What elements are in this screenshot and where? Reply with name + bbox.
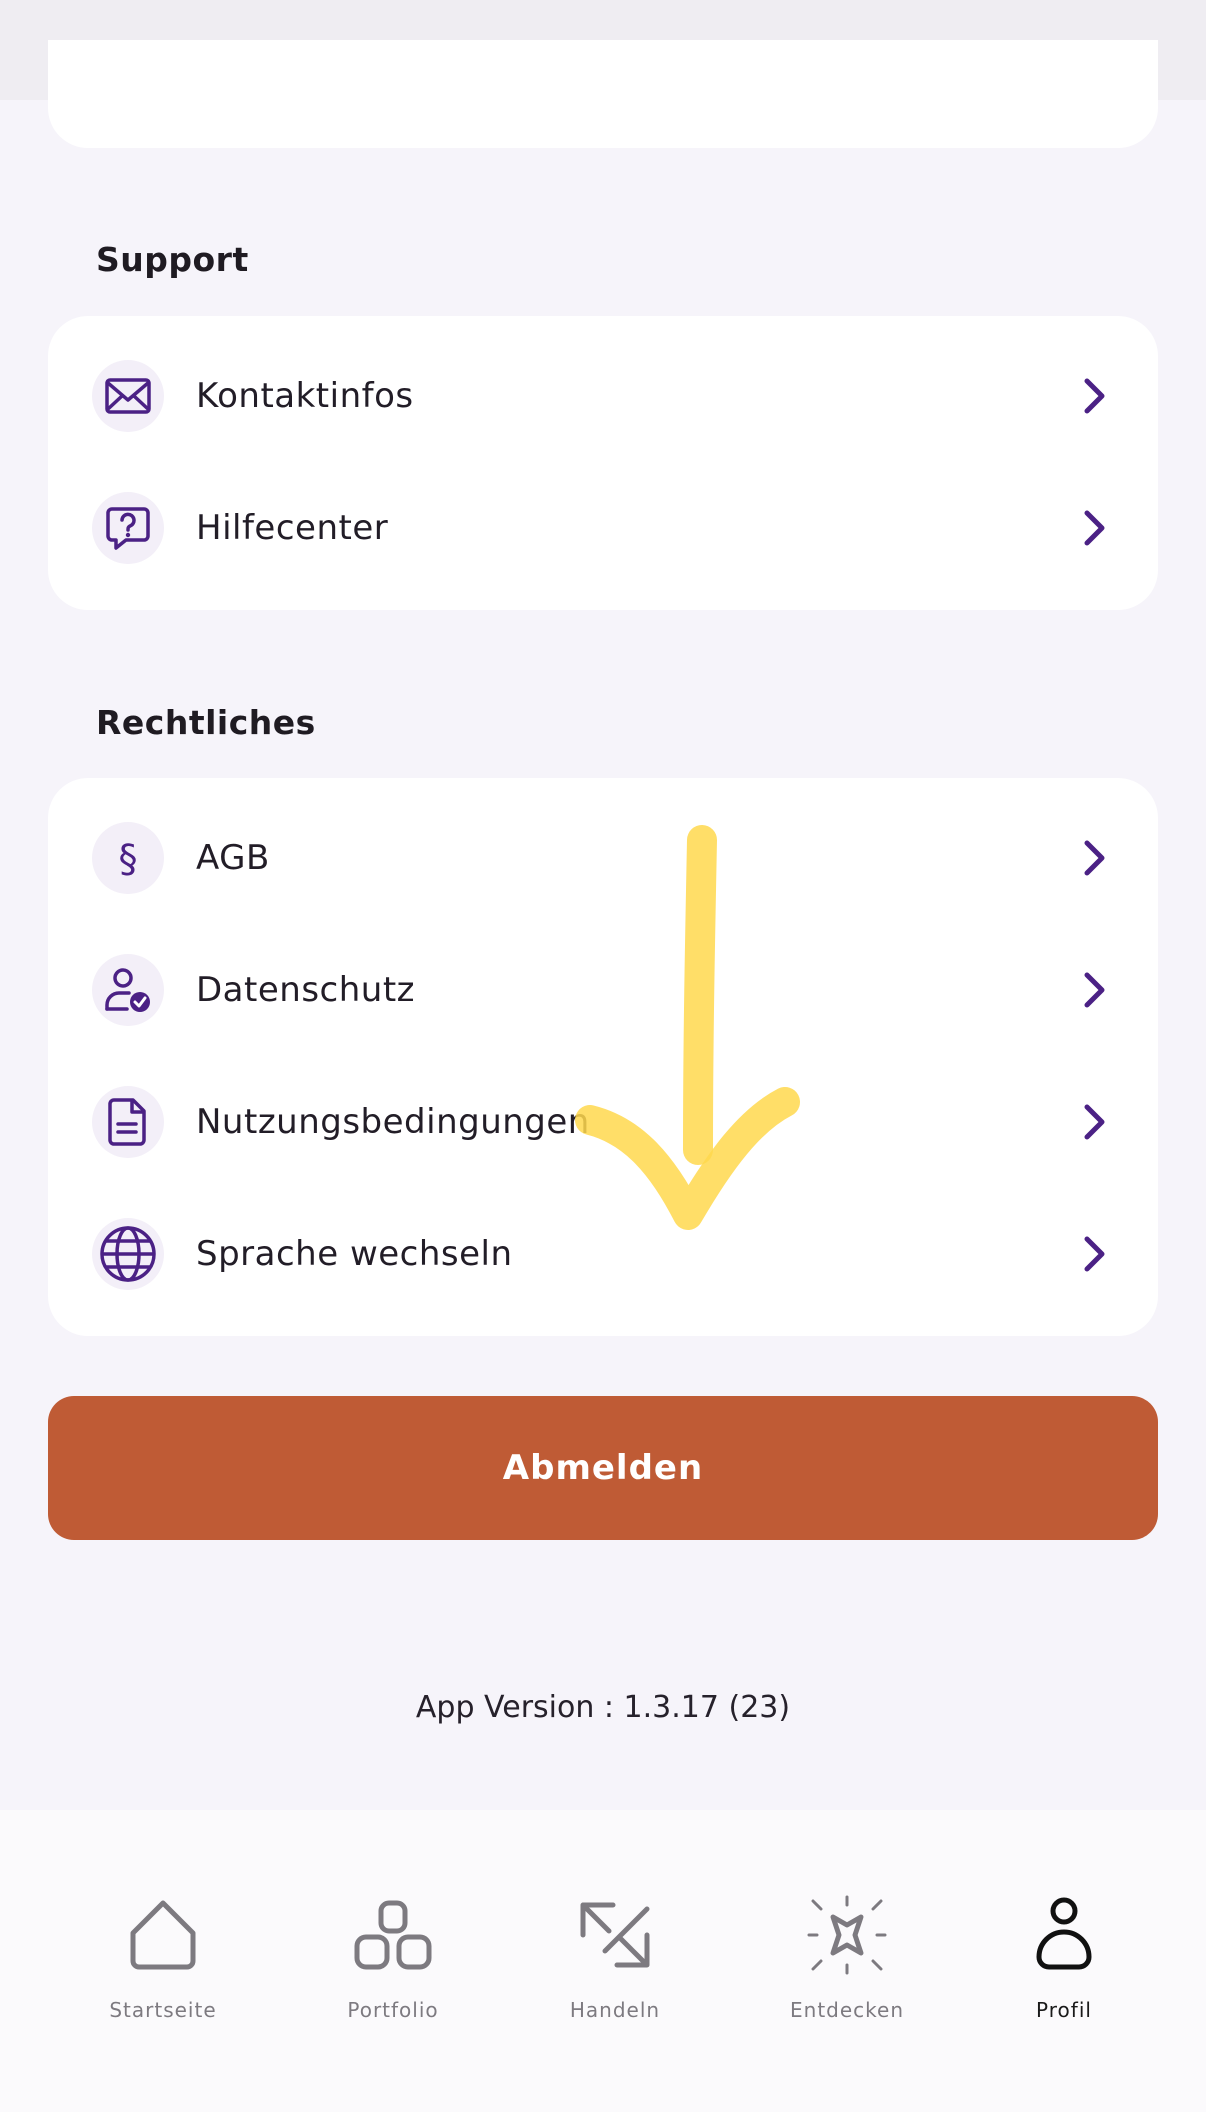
logout-button[interactable]: Abmelden [48,1396,1158,1540]
globe-icon [92,1218,164,1290]
chevron-right-icon [1080,506,1110,550]
terms-of-use-label: Nutzungsbedingungen [196,1102,590,1142]
change-language-label: Sprache wechseln [196,1234,513,1274]
tab-label: Profil [1036,1998,1092,2022]
legal-section-title: Rechtliches [96,703,316,742]
support-section-title: Support [96,240,249,279]
profile-settings-screen: Support Kontaktinfos Hilfecenter Rechtli… [0,0,1206,2112]
tab-label: Entdecken [790,1998,904,2022]
app-version-text: App Version : 1.3.17 (23) [415,1690,791,1725]
privacy-row[interactable]: Datenschutz [48,924,1158,1056]
contact-info-label: Kontaktinfos [196,376,414,416]
tab-entdecken[interactable]: Entdecken [757,1890,937,2040]
chevron-right-icon [1080,374,1110,418]
contact-info-row[interactable]: Kontaktinfos [48,330,1158,462]
tab-handeln[interactable]: Handeln [525,1890,705,2040]
mail-icon [92,360,164,432]
privacy-label: Datenschutz [196,970,415,1010]
tab-label: Handeln [569,1998,661,2022]
previous-section-card [48,40,1158,148]
terms-agb-row[interactable]: § AGB [48,792,1158,924]
trade-arrows-icon [570,1890,660,1980]
chevron-right-icon [1080,836,1110,880]
terms-agb-label: AGB [196,838,270,878]
profile-icon [1019,1890,1109,1980]
help-chat-icon [92,492,164,564]
bottom-tab-bar: Startseite Portfolio Handeln Entdecken P… [0,1810,1206,2112]
change-language-row[interactable]: Sprache wechseln [48,1188,1158,1320]
svg-text:§: § [119,837,138,880]
chevron-right-icon [1080,1100,1110,1144]
terms-of-use-row[interactable]: Nutzungsbedingungen [48,1056,1158,1188]
tab-label: Startseite [109,1998,217,2022]
home-icon [118,1890,208,1980]
tab-profil[interactable]: Profil [974,1890,1154,2040]
user-shield-icon [92,954,164,1026]
portfolio-icon [348,1890,438,1980]
tab-startseite[interactable]: Startseite [73,1890,253,2040]
help-center-row[interactable]: Hilfecenter [48,462,1158,594]
help-center-label: Hilfecenter [196,508,389,548]
tab-portfolio[interactable]: Portfolio [303,1890,483,2040]
discover-star-icon [802,1890,892,1980]
support-card: Kontaktinfos Hilfecenter [48,316,1158,610]
legal-card: § AGB Datenschutz Nutzungsbedingungen Sp… [48,778,1158,1336]
tab-label: Portfolio [347,1998,439,2022]
paragraph-icon: § [92,822,164,894]
chevron-right-icon [1080,1232,1110,1276]
chevron-right-icon [1080,968,1110,1012]
document-icon [92,1086,164,1158]
